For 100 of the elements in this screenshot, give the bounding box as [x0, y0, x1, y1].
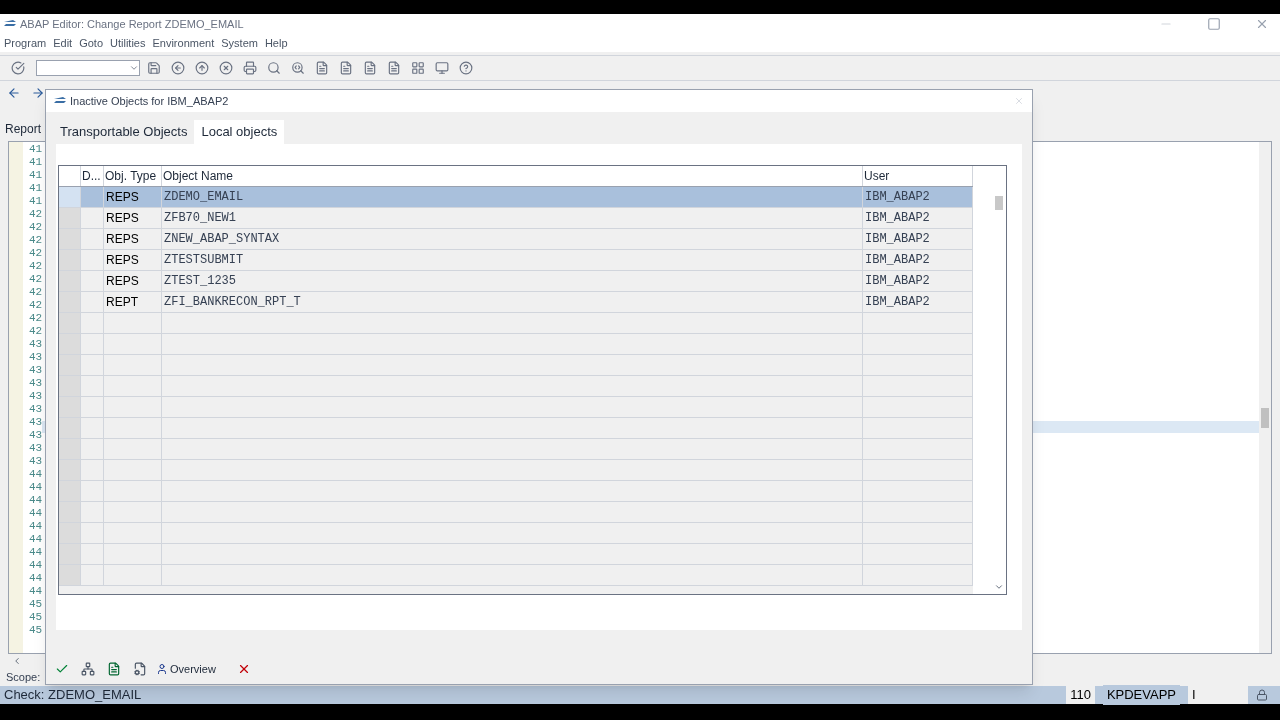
client-field: 110	[1066, 686, 1095, 704]
table-cell: ZFI_BANKRECON_RPT_T	[162, 292, 863, 312]
page-icon[interactable]	[339, 61, 353, 75]
line-number: 44	[28, 546, 43, 559]
table-cell: ZDEMO_EMAIL	[162, 187, 863, 207]
table-cell: REPS	[104, 187, 162, 207]
line-number: 44	[28, 533, 43, 546]
line-number: 42	[28, 260, 43, 273]
forward-arrow-icon[interactable]	[31, 86, 45, 100]
table-cell: ZFB70_NEW1	[162, 208, 863, 228]
app-logo-icon	[4, 20, 16, 28]
table-cell: REPS	[104, 229, 162, 249]
table-row[interactable]: REPS ZFB70_NEW1 IBM_ABAP2	[59, 208, 973, 229]
print-icon[interactable]	[243, 61, 257, 75]
document-icon[interactable]	[107, 662, 121, 676]
column-header[interactable]: D...	[81, 166, 104, 186]
find-next-icon[interactable]	[291, 61, 305, 75]
dropdown-icon[interactable]	[129, 63, 139, 73]
table-row[interactable]: REPS ZTEST_1235 IBM_ABAP2	[59, 271, 973, 292]
overview-button[interactable]: Overview	[156, 660, 216, 678]
line-number: 41	[28, 182, 43, 195]
document-icon[interactable]	[133, 662, 147, 676]
tab[interactable]: Transportable Objects	[53, 120, 195, 144]
line-number: 44	[28, 559, 43, 572]
line-number: 44	[28, 572, 43, 585]
menu-item[interactable]: Environment	[152, 34, 215, 52]
status-message: Check: ZDEMO_EMAIL	[4, 686, 142, 705]
line-number: 43	[28, 377, 43, 390]
lock-icon	[1256, 689, 1268, 701]
line-number: 43	[28, 338, 43, 351]
server-field: KPDEVAPP	[1102, 685, 1180, 705]
line-number: 45	[28, 611, 43, 624]
menu-item[interactable]: Edit	[53, 34, 73, 52]
scroll-thumb[interactable]	[995, 196, 1003, 210]
menu-item[interactable]: Program	[4, 34, 47, 52]
line-number: 42	[28, 247, 43, 260]
table-row[interactable]: REPS ZDEMO_EMAIL IBM_ABAP2	[59, 187, 973, 208]
line-number: 43	[28, 351, 43, 364]
menu-item[interactable]: Help	[264, 34, 288, 52]
line-number: 41	[28, 156, 43, 169]
line-number: 42	[28, 325, 43, 338]
line-number: 44	[28, 494, 43, 507]
line-number: 42	[28, 312, 43, 325]
grid-icon[interactable]	[411, 61, 425, 75]
scroll-down-icon[interactable]	[994, 582, 1004, 592]
line-number: 43	[28, 429, 43, 442]
line-number: 43	[28, 390, 43, 403]
window-icon[interactable]	[435, 61, 449, 75]
mode-field: I	[1188, 686, 1248, 704]
enter-icon[interactable]	[11, 61, 25, 75]
table-cell: ZNEW_ABAP_SYNTAX	[162, 229, 863, 249]
line-number: 41	[28, 143, 43, 156]
line-number: 42	[28, 208, 43, 221]
line-number: 44	[28, 585, 43, 598]
table-row[interactable]: REPS ZTESTSUBMIT IBM_ABAP2	[59, 250, 973, 271]
table-cell: REPS	[104, 208, 162, 228]
line-number: 41	[28, 195, 43, 208]
line-number: 42	[28, 234, 43, 247]
table-cell: ZTESTSUBMIT	[162, 250, 863, 270]
line-number: 45	[28, 598, 43, 611]
table-cell: ZTEST_1235	[162, 271, 863, 291]
find-icon[interactable]	[267, 61, 281, 75]
table-cell: REPS	[104, 271, 162, 291]
command-field[interactable]	[36, 60, 140, 76]
maximize-button[interactable]	[1207, 17, 1221, 31]
page-icon[interactable]	[363, 61, 377, 75]
line-number: 45	[28, 624, 43, 637]
page-icon[interactable]	[387, 61, 401, 75]
table-cell: REPT	[104, 292, 162, 312]
window-title: ABAP Editor: Change Report ZDEMO_EMAIL	[20, 16, 244, 32]
table-row[interactable]: REPS ZNEW_ABAP_SYNTAX IBM_ABAP2	[59, 229, 973, 250]
line-number: 44	[28, 481, 43, 494]
table-cell: REPS	[104, 250, 162, 270]
menu-item[interactable]: Goto	[79, 34, 103, 52]
line-number: 43	[28, 416, 43, 429]
save-icon[interactable]	[147, 61, 161, 75]
cancel-icon[interactable]	[219, 61, 233, 75]
back-arrow-icon[interactable]	[7, 86, 21, 100]
line-number: 44	[28, 520, 43, 533]
tab[interactable]: Local objects	[194, 120, 285, 144]
close-button[interactable]	[1255, 17, 1269, 31]
back-icon[interactable]	[171, 61, 185, 75]
check-icon[interactable]	[55, 662, 69, 676]
menu-item[interactable]: Utilities	[110, 34, 146, 52]
hierarchy-icon[interactable]	[81, 662, 95, 676]
dialog-title: Inactive Objects for IBM_ABAP2	[70, 93, 229, 109]
table-row[interactable]: REPT ZFI_BANKRECON_RPT_T IBM_ABAP2	[59, 292, 973, 313]
line-number: 43	[28, 455, 43, 468]
close-icon[interactable]	[1014, 96, 1024, 106]
line-number: 43	[28, 364, 43, 377]
dialog-logo-icon	[54, 97, 66, 105]
column-header[interactable]: Object Name	[162, 166, 863, 186]
line-number: 44	[28, 468, 43, 481]
line-number: 44	[28, 507, 43, 520]
exit-icon[interactable]	[195, 61, 209, 75]
column-header[interactable]: Obj. Type	[104, 166, 162, 186]
scroll-left-icon[interactable]	[12, 656, 22, 666]
help-icon[interactable]	[459, 61, 473, 75]
page-icon[interactable]	[315, 61, 329, 75]
menu-item[interactable]: System	[221, 34, 258, 52]
